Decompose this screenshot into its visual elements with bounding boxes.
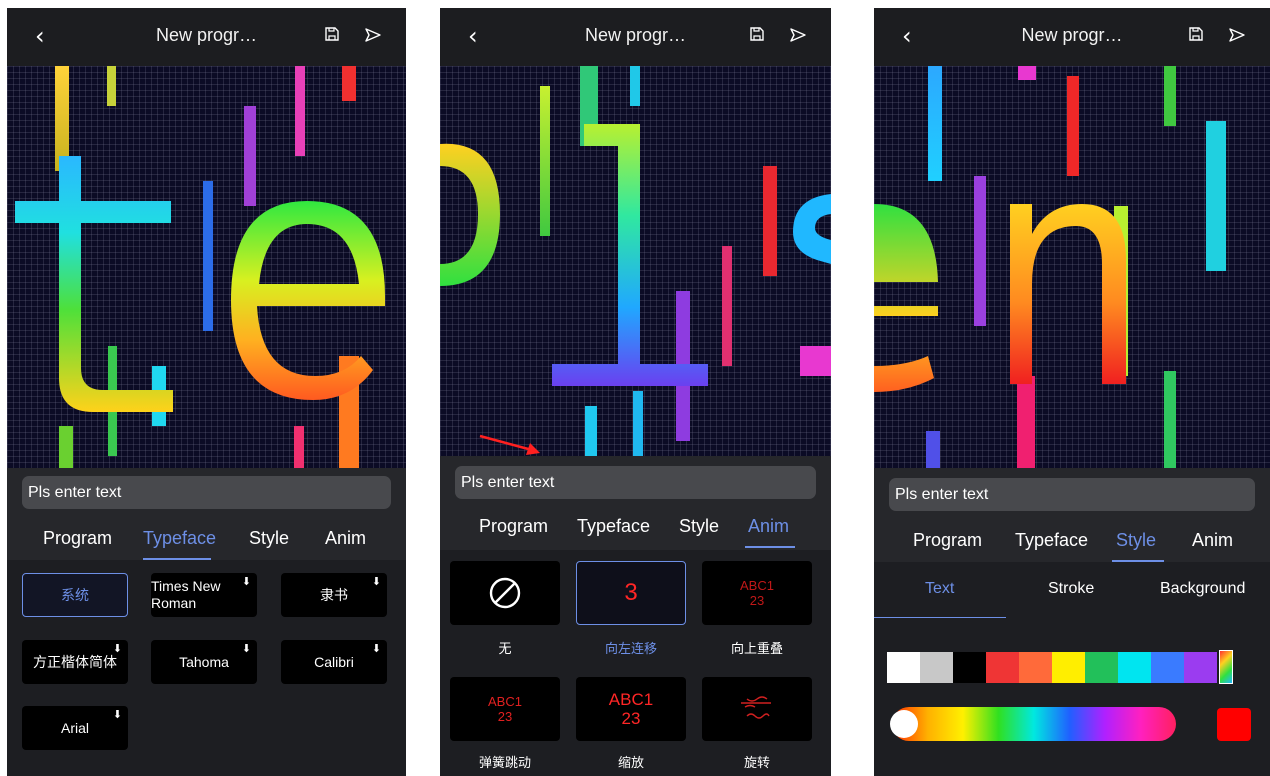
page-title: New progr… (155, 25, 258, 45)
font-option-system[interactable]: 系统 (22, 573, 128, 617)
none-icon (489, 577, 521, 609)
active-tab-indicator (745, 546, 795, 548)
tab-anim[interactable]: Anim (325, 528, 366, 549)
font-label: 隶书 (320, 587, 348, 603)
color-swatch[interactable] (1184, 652, 1217, 683)
anim-option-scroll-left[interactable]: 3 (576, 561, 686, 625)
phone-screen-anim: ‹ New progr… Pls enter text Program Type… (440, 8, 831, 776)
save-icon[interactable] (324, 26, 340, 42)
led-preview (874, 66, 1270, 468)
send-icon[interactable] (364, 26, 382, 44)
color-swatch[interactable] (1118, 652, 1151, 683)
anim-option-spring-bounce[interactable]: ABC1 23 (450, 677, 560, 741)
font-option-fangzheng-kaiti[interactable]: 方正楷体简体 ⬇ (22, 640, 128, 684)
anim-option-stack-up[interactable]: ABC1 23 (702, 561, 812, 625)
download-icon[interactable]: ⬇ (372, 575, 381, 588)
style-panel: Text Stroke Background (874, 562, 1270, 776)
active-subtab-indicator (874, 617, 1006, 618)
tab-typeface[interactable]: Typeface (143, 528, 216, 549)
font-label: Calibri (314, 654, 354, 670)
led-preview (440, 66, 831, 456)
font-option-calibri[interactable]: Calibri ⬇ (281, 640, 387, 684)
font-label: Tahoma (179, 654, 229, 670)
tab-program[interactable]: Program (913, 530, 982, 551)
tab-style[interactable]: Style (1116, 530, 1156, 551)
anim-label: 缩放 (617, 755, 644, 770)
font-label: Times New Roman (151, 578, 221, 611)
download-icon[interactable]: ⬇ (372, 642, 381, 655)
hue-slider[interactable] (892, 707, 1176, 741)
rotate-preview-icon (741, 696, 771, 719)
main-tabs: Program Typeface Style Anim (7, 520, 406, 560)
color-swatch-row (887, 652, 1217, 683)
font-label: 方正楷体简体 (33, 654, 117, 670)
style-subtabs: Text Stroke Background (874, 562, 1270, 618)
main-tabs: Program Typeface Style Anim (874, 522, 1270, 562)
color-swatch[interactable] (1151, 652, 1184, 683)
top-bar: ‹ New progr… (440, 8, 831, 66)
typeface-panel: 系统 Times New Roman ⬇ 隶书 ⬇ 方正楷体简体 ⬇ Tahoma ⬇ … (7, 560, 406, 776)
anim-preview: 3 (624, 579, 638, 606)
anim-preview: ABC1 23 (740, 578, 774, 608)
top-bar: ‹ New progr… (874, 8, 1270, 66)
color-swatch[interactable] (986, 652, 1019, 683)
custom-color-swatch[interactable] (1219, 650, 1233, 684)
anim-label: 无 (498, 641, 512, 656)
selected-color-preview (1217, 708, 1251, 741)
color-swatch[interactable] (887, 652, 920, 683)
send-icon[interactable] (1228, 26, 1246, 44)
phone-screen-typeface: ‹ New progr… Pls enter text Program Type… (7, 8, 406, 776)
anim-preview: ABC1 23 (488, 694, 522, 724)
download-icon[interactable]: ⬇ (242, 642, 251, 655)
font-option-tahoma[interactable]: Tahoma ⬇ (151, 640, 257, 684)
anim-label: 向左连移 (604, 641, 657, 656)
page-title: New progr… (1021, 25, 1123, 45)
save-icon[interactable] (1188, 26, 1204, 42)
color-swatch[interactable] (1019, 652, 1052, 683)
top-bar: ‹ New progr… (7, 8, 406, 66)
font-option-lishu[interactable]: 隶书 ⬇ (281, 573, 387, 617)
color-swatch[interactable] (1052, 652, 1085, 683)
subtab-background[interactable]: Background (1160, 580, 1245, 598)
tab-anim[interactable]: Anim (748, 516, 789, 537)
send-icon[interactable] (789, 26, 807, 44)
download-icon[interactable]: ⬇ (113, 708, 122, 721)
tab-typeface[interactable]: Typeface (577, 516, 650, 537)
anim-preview: ABC1 23 (608, 690, 654, 728)
download-icon[interactable]: ⬇ (242, 575, 251, 588)
arrow-annotation (479, 434, 540, 455)
subtab-stroke[interactable]: Stroke (1048, 580, 1094, 598)
tab-style[interactable]: Style (679, 516, 719, 537)
anim-option-zoom[interactable]: ABC1 23 (576, 677, 686, 741)
text-input[interactable]: Pls enter text (889, 478, 1255, 511)
font-option-arial[interactable]: Arial ⬇ (22, 706, 128, 750)
page-title: New progr… (584, 25, 687, 45)
color-swatch[interactable] (1085, 652, 1118, 683)
anim-option-none[interactable] (450, 561, 560, 625)
anim-label: 弹簧跳动 (478, 755, 531, 770)
tab-typeface[interactable]: Typeface (1015, 530, 1088, 551)
hue-slider-thumb[interactable] (890, 710, 918, 738)
anim-label: 向上重叠 (730, 641, 783, 656)
subtab-text[interactable]: Text (925, 580, 954, 598)
anim-panel: 无 3 向左连移 ABC1 23 向上重叠 ABC1 23 弹簧跳动 ABC1 … (440, 550, 831, 776)
font-label: Arial (60, 720, 89, 736)
phone-screen-style: ‹ New progr… Pls enter text Program Type… (874, 8, 1270, 776)
tab-program[interactable]: Program (43, 528, 112, 549)
tab-style[interactable]: Style (249, 528, 289, 549)
color-swatch[interactable] (953, 652, 986, 683)
text-input[interactable]: Pls enter text (22, 476, 391, 509)
led-preview (7, 66, 406, 468)
font-label: 系统 (61, 587, 89, 603)
anim-label: 旋转 (743, 755, 770, 770)
anim-option-rotate[interactable] (702, 677, 812, 741)
main-tabs: Program Typeface Style Anim (440, 508, 831, 548)
tab-program[interactable]: Program (479, 516, 548, 537)
download-icon[interactable]: ⬇ (113, 642, 122, 655)
tab-anim[interactable]: Anim (1192, 530, 1233, 551)
font-option-times-new-roman[interactable]: Times New Roman ⬇ (151, 573, 257, 617)
save-icon[interactable] (749, 26, 765, 42)
color-swatch[interactable] (920, 652, 953, 683)
text-input[interactable]: Pls enter text (455, 466, 816, 499)
